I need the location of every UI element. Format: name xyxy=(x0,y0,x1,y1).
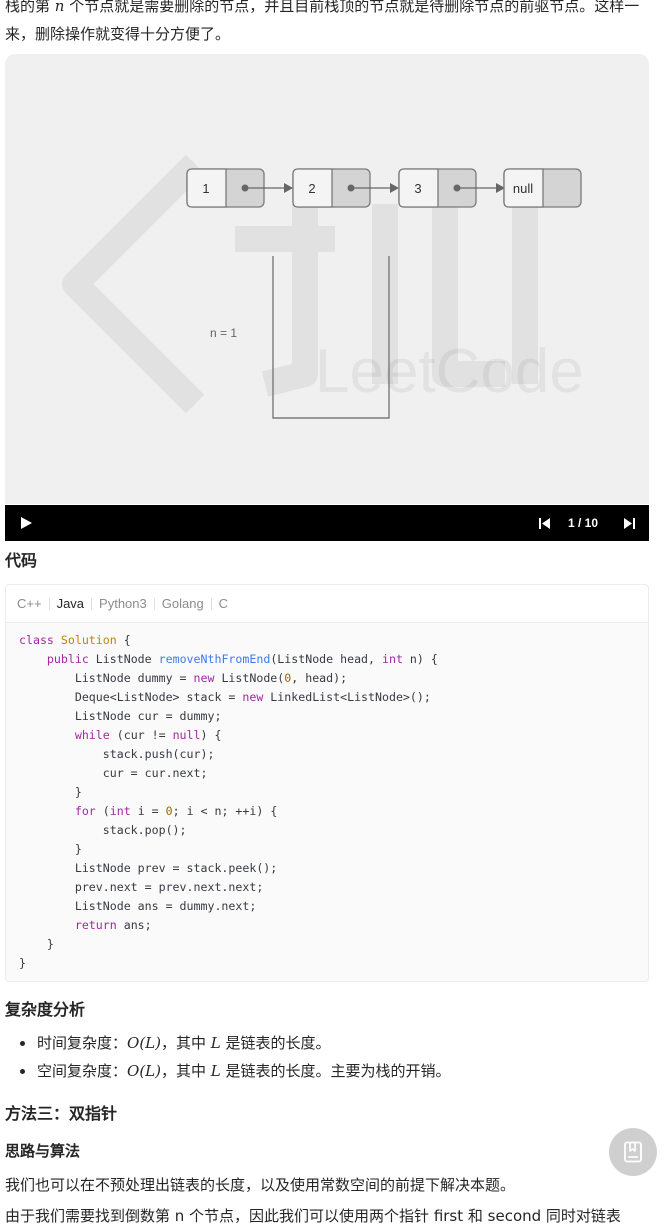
language-tabs: C++ Java Python3 Golang C xyxy=(6,585,648,623)
animation-controls: 1 / 10 xyxy=(5,505,649,541)
method3-partial-line: 由于我们需要找到倒数第 n 个节点，因此我们可以使用两个指针 first 和 s… xyxy=(5,1207,621,1225)
method3-heading: 方法三：双指针 xyxy=(5,1104,118,1123)
skip-next-icon xyxy=(623,517,635,529)
animation-canvas: LeetCode 1 2 3 null n = 1 xyxy=(5,54,649,504)
intro-paragraph: 栈的第 n 个节点就是需要删除的节点，并且目前栈顶的节点就是待删除节点的前驱节点… xyxy=(5,0,655,48)
java-code: class Solution { public ListNode removeN… xyxy=(19,633,438,970)
code-block: C++ Java Python3 Golang C class Solution… xyxy=(5,584,649,982)
tab-python3[interactable]: Python3 xyxy=(92,595,154,613)
list-item: 时间复杂度：O(L)，其中 L 是链表的长度。 xyxy=(5,1029,645,1057)
watermark-text: LeetCode xyxy=(315,337,584,406)
play-button[interactable] xyxy=(15,505,37,541)
complexity-list: 时间复杂度：O(L)，其中 L 是链表的长度。 空间复杂度：O(L)，其中 L … xyxy=(5,1029,645,1085)
previous-step-button[interactable] xyxy=(533,505,555,541)
list-node-null: null xyxy=(503,168,582,208)
tab-cpp[interactable]: C++ xyxy=(10,595,49,613)
step-counter: 1 / 10 xyxy=(567,516,599,530)
next-step-button[interactable] xyxy=(618,505,640,541)
tab-c[interactable]: C xyxy=(212,595,235,613)
method3-subheading: 思路与算法 xyxy=(5,1142,81,1160)
skip-previous-icon xyxy=(538,517,550,529)
math-expression: O(L) xyxy=(127,1062,161,1080)
code-heading: 代码 xyxy=(5,551,38,570)
node-value: 2 xyxy=(308,181,315,196)
tab-golang[interactable]: Golang xyxy=(155,595,211,613)
linked-list-diagram: LeetCode 1 2 3 null n = 1 xyxy=(62,154,584,419)
play-icon xyxy=(20,517,32,529)
complexity-heading: 复杂度分析 xyxy=(5,1000,86,1019)
method3-paragraph: 我们也可以在不预处理出链表的长度，以及使用常数空间的前提下解决本题。 xyxy=(5,1176,516,1194)
notebook-button[interactable] xyxy=(609,1128,657,1176)
node-value: 3 xyxy=(414,181,421,196)
node-value: null xyxy=(513,181,533,196)
notebook-icon xyxy=(624,1141,642,1163)
tab-java[interactable]: Java xyxy=(50,595,91,613)
math-n: n xyxy=(54,0,65,15)
node-value: 1 xyxy=(202,181,209,196)
list-item: 空间复杂度：O(L)，其中 L 是链表的长度。主要为栈的开销。 xyxy=(5,1057,645,1085)
counter-label: n = 1 xyxy=(210,326,237,340)
math-expression: O(L) xyxy=(127,1034,161,1052)
